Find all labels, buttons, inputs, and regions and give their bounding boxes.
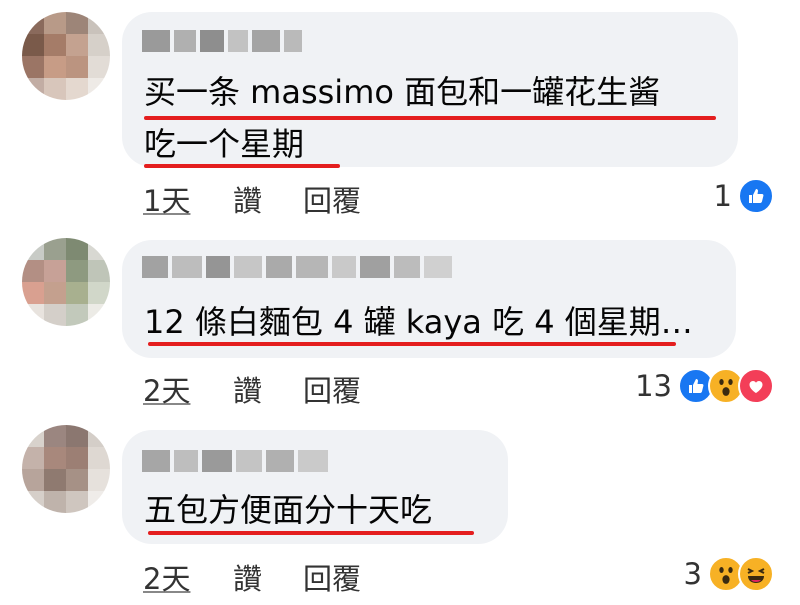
commenter-name-blurred[interactable] [142,450,328,472]
reply-button[interactable]: 回覆 [303,368,403,410]
like-button[interactable]: 讚 [233,178,303,220]
comment-text-line: 买一条 massimo 面包和一罐花生酱 [144,73,661,111]
reaction-count: 1 [713,179,732,213]
reaction-count: 13 [635,369,672,403]
love-icon [738,368,774,404]
reaction-summary[interactable]: 3 [684,556,774,592]
haha-icon [738,556,774,592]
comment-actions: 1天 讚 回覆 [143,178,403,220]
comment-actions: 2天 讚 回覆 [143,368,403,410]
reply-button[interactable]: 回覆 [303,178,403,220]
highlight-underline [144,164,340,168]
timestamp-link[interactable]: 2天 [143,556,233,598]
comment-actions: 2天 讚 回覆 [143,556,403,598]
like-button[interactable]: 讚 [233,556,303,598]
reply-button[interactable]: 回覆 [303,556,403,598]
comment-bubble: 买一条 massimo 面包和一罐花生酱 吃一个星期 [122,12,738,168]
comment-bubble: 五包方便面分十天吃 [122,430,508,544]
comment-text-line: 12 條白麵包 4 罐 kaya 吃 4 個星期… [144,303,693,341]
like-icon [738,178,774,214]
timestamp-link[interactable]: 1天 [143,178,233,220]
comment-text-line: 五包方便面分十天吃 [144,491,433,529]
commenter-name-blurred[interactable] [142,30,302,52]
timestamp-link[interactable]: 2天 [143,368,233,410]
avatar[interactable] [22,425,110,513]
avatar[interactable] [22,238,110,326]
comment-text-line: 吃一个星期 [144,125,305,163]
avatar[interactable] [22,12,110,100]
reaction-summary[interactable]: 13 [635,368,774,404]
reaction-summary[interactable]: 1 [714,178,774,214]
reaction-count: 3 [683,557,702,591]
highlight-underline [148,342,676,346]
like-button[interactable]: 讚 [233,368,303,410]
commenter-name-blurred[interactable] [142,256,452,278]
highlight-underline [148,531,474,535]
comment-bubble: 12 條白麵包 4 罐 kaya 吃 4 個星期… [122,240,736,358]
highlight-underline [144,116,716,120]
